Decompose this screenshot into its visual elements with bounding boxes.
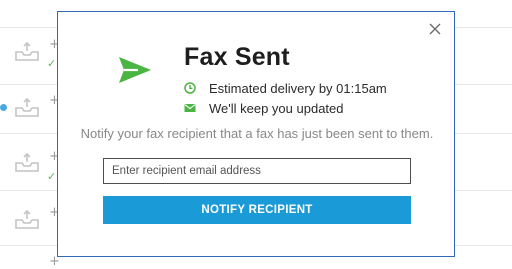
outbox-tray-icon (15, 42, 39, 61)
recipient-email-input[interactable] (103, 158, 411, 184)
delivery-text: Estimated delivery by 01:15am (209, 80, 387, 96)
dialog-title: Fax Sent (184, 43, 290, 71)
close-icon[interactable] (428, 22, 442, 36)
updates-info: We'll keep you updated (184, 100, 344, 116)
check-icon: ✓ (47, 170, 57, 183)
fax-sent-dialog: Fax Sent Estimated delivery by 01:15am W… (57, 11, 455, 257)
notify-recipient-button[interactable]: NOTIFY RECIPIENT (103, 196, 411, 224)
updates-text: We'll keep you updated (209, 100, 344, 116)
outbox-tray-icon (15, 210, 39, 229)
unread-dot (0, 104, 7, 111)
delivery-info: Estimated delivery by 01:15am (184, 80, 387, 96)
envelope-icon (184, 104, 196, 112)
paper-plane-icon (119, 57, 151, 83)
outbox-tray-icon (15, 153, 39, 172)
check-icon: ✓ (47, 57, 57, 70)
clock-icon (184, 82, 196, 94)
notify-description: Notify your fax recipient that a fax has… (80, 126, 434, 141)
outbox-tray-icon (15, 98, 39, 117)
